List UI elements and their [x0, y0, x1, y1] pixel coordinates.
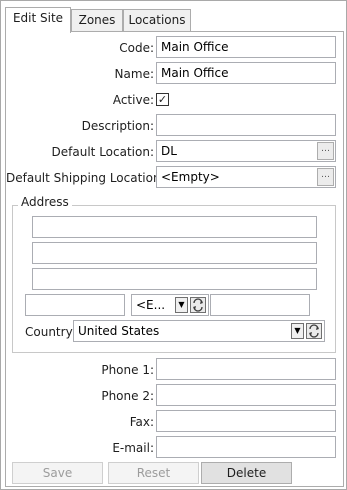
country-combo[interactable]: United States ▼: [73, 320, 325, 342]
fax-label: Fax:: [129, 415, 154, 429]
active-checkbox[interactable]: ✓: [156, 93, 169, 106]
default-location-value: DL: [161, 144, 177, 158]
country-value: United States: [78, 324, 160, 338]
code-label: Code:: [119, 41, 154, 55]
default-shipping-location-browse-button[interactable]: …: [317, 168, 334, 186]
address-line1-field[interactable]: [32, 216, 317, 238]
default-location-field[interactable]: DL: [156, 140, 336, 162]
state-dropdown-button[interactable]: ▼: [175, 297, 188, 313]
zip-field[interactable]: [210, 294, 310, 316]
chevron-down-icon: ▼: [178, 300, 185, 309]
reset-button[interactable]: Reset: [108, 462, 199, 484]
country-refresh-button[interactable]: [306, 323, 322, 339]
delete-button[interactable]: Delete: [201, 462, 292, 484]
chevron-down-icon: ▼: [294, 326, 301, 335]
state-refresh-button[interactable]: [190, 297, 206, 313]
city-field[interactable]: [25, 294, 125, 316]
ellipsis-icon: …: [321, 170, 330, 180]
ellipsis-icon: …: [321, 144, 330, 154]
email-field[interactable]: [156, 436, 336, 458]
description-label: Description:: [81, 119, 154, 133]
default-shipping-location-value: <Empty>: [161, 170, 220, 184]
tab-edit-site[interactable]: Edit Site: [5, 7, 71, 33]
checkmark-icon: ✓: [157, 93, 168, 106]
phone2-field[interactable]: [156, 384, 336, 406]
tab-zones[interactable]: Zones: [71, 9, 123, 32]
tab-locations[interactable]: Locations: [123, 9, 191, 32]
name-field[interactable]: Main Office: [156, 62, 336, 84]
default-shipping-location-label: Default Shipping Location:: [6, 171, 165, 185]
save-button[interactable]: Save: [12, 462, 103, 484]
description-field[interactable]: [156, 114, 336, 136]
code-field[interactable]: Main Office: [156, 36, 336, 58]
phone1-label: Phone 1:: [101, 363, 154, 377]
state-value: <E...: [136, 298, 166, 312]
default-location-browse-button[interactable]: …: [317, 142, 334, 160]
refresh-icon: [309, 324, 319, 338]
country-dropdown-button[interactable]: ▼: [291, 323, 304, 339]
email-label: E-mail:: [112, 441, 154, 455]
country-label: Country:: [25, 325, 76, 339]
fax-field[interactable]: [156, 410, 336, 432]
refresh-icon: [193, 298, 203, 312]
address-line2-field[interactable]: [32, 242, 317, 264]
address-group-title: Address: [18, 195, 72, 209]
address-line3-field[interactable]: [32, 268, 317, 290]
state-combo[interactable]: <E... ▼: [131, 294, 209, 316]
phone1-field[interactable]: [156, 358, 336, 380]
name-label: Name:: [114, 67, 154, 81]
active-label: Active:: [112, 93, 154, 107]
edit-site-window: Edit Site Zones Locations Code: Main Off…: [0, 0, 347, 490]
phone2-label: Phone 2:: [101, 389, 154, 403]
default-shipping-location-field[interactable]: <Empty>: [156, 166, 336, 188]
edit-site-panel: Code: Main Office Name: Main Office Acti…: [5, 31, 344, 487]
default-location-label: Default Location:: [51, 145, 154, 159]
